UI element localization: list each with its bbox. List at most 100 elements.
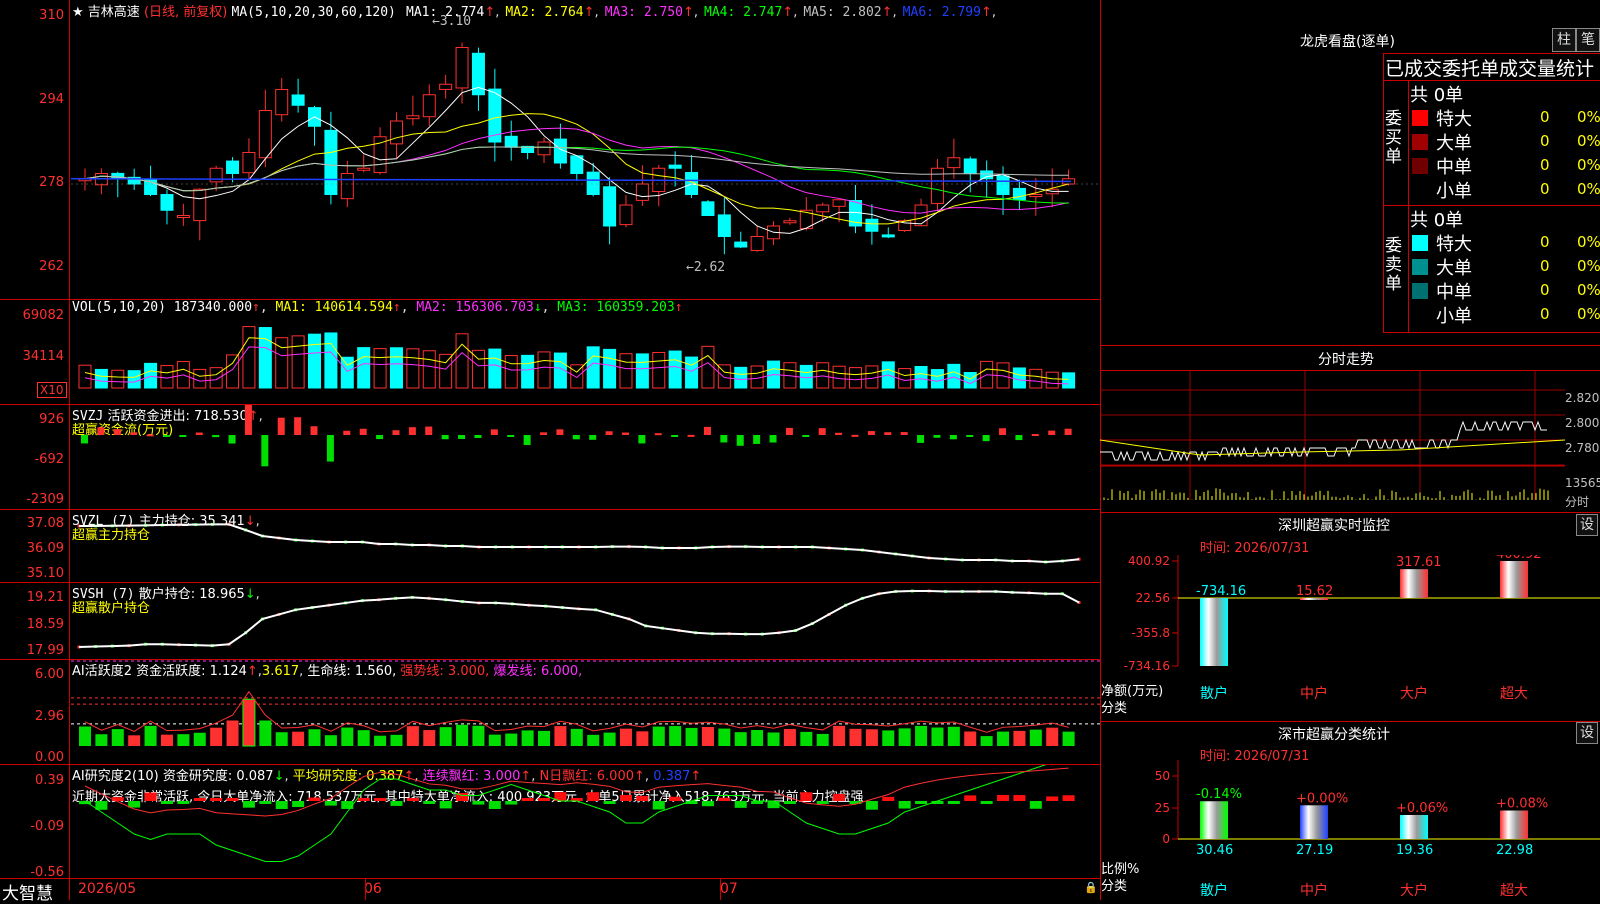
bar-value-label: 22.98 [1496,843,1533,858]
chart-mark [570,728,583,746]
buy-side-label: 委买单 [1385,109,1402,167]
chart-mark [324,801,337,806]
bar-category-label: 大户 [1400,882,1428,899]
chart-mark [523,435,531,446]
chart-mark [392,430,400,435]
chart-mark [751,730,764,746]
chart-mark [144,725,157,746]
realtime-bar-chart[interactable]: 400.92 22.56 -355.8 -734.16 -734.16 散户 15.62 中户… [1100,555,1600,720]
data-bar [1400,814,1428,839]
y-tick-label: 69082 [22,308,64,323]
y-tick-label: -0.56 [30,865,64,880]
chart-mark [439,801,452,809]
dragon-board-header: 已成交委托单成交量统计 [1385,58,1595,80]
divider [0,878,1100,879]
chart-mark [210,798,223,801]
chart-mark [128,735,141,746]
candlestick-chart[interactable] [71,0,1100,299]
chart-mark [242,152,256,174]
chart-mark [603,801,616,804]
chart-mark [474,435,482,438]
chart-mark [802,435,810,437]
order-size-label: 大单 [1436,133,1472,154]
category-x-unit: 分类 [1101,879,1128,894]
bar-category-label: 超大 [1500,883,1528,899]
main-holding-chart[interactable] [71,510,1100,582]
chart-mark [226,720,239,746]
y-tick-label: 34114 [22,349,64,364]
chart-mark [210,727,223,746]
chart-mark [374,735,387,746]
chart-mark [359,428,367,435]
lock-icon[interactable]: 🔒 [1084,881,1098,894]
chart-mark [1029,368,1043,389]
chart-mark [1012,187,1026,201]
chart-mark [1062,731,1075,746]
price-line [1100,420,1547,462]
order-count: 0 [1540,180,1550,198]
order-count: 0 [1540,257,1550,275]
chart-mark [455,333,469,389]
ai-research-chart[interactable] [71,765,1100,878]
chart-mark [193,732,206,746]
chart-mark [456,724,469,746]
chart-mark [130,432,138,435]
bar-value-label: 27.19 [1296,843,1333,858]
chart-mark [538,730,551,746]
bar-category-label: 中户 [1300,882,1328,899]
bar-value-label: 15.62 [1296,584,1333,599]
bar-value-label: +0.06% [1396,801,1448,816]
chart-mark [128,801,141,808]
chart-mark [242,801,255,808]
bar-category-label: 中户 [1300,685,1328,702]
fund-flow-chart[interactable] [71,405,1100,509]
realtime-settings-button[interactable]: 设 [1576,514,1598,536]
chart-mark [769,435,777,443]
chart-mark [488,348,502,389]
data-bar [1300,805,1328,839]
chart-mark [914,365,928,389]
retail-holding-chart[interactable] [71,583,1100,659]
bar-category-label: 散户 [1200,882,1228,899]
chart-mark [292,801,305,808]
order-size-label: 中单 [1436,282,1472,303]
chart-mark [423,730,436,746]
chart-mark [835,432,843,435]
ai-activity-chart[interactable] [71,660,1100,764]
chart-mark [750,236,764,251]
chart-mark [685,356,699,389]
chart-mark [930,369,944,389]
chart-mark [1062,795,1075,801]
divider [1100,512,1600,513]
chart-mark [439,353,453,389]
y-tick-label: 0 [1162,832,1170,846]
chart-mark [275,801,288,810]
bar-view-button[interactable]: 柱 [1552,28,1576,52]
chart-mark [554,726,567,746]
y-tick-label: -2309 [26,492,64,507]
chart-mark [701,801,714,807]
color-swatch [1412,235,1428,251]
bar-value-label: 19.36 [1396,843,1433,858]
chart-mark [228,435,236,444]
chart-mark [980,170,994,180]
chart-mark [717,214,731,238]
chart-mark [84,767,1069,817]
chart-mark [703,426,711,435]
chart-mark [212,435,220,438]
category-bar-chart[interactable]: 7550250-0.14%30.46散户+0.00%27.19中户+0.06%1… [1100,760,1600,900]
chart-mark [603,348,617,389]
volume-chart[interactable] [71,300,1100,404]
chart-mark [947,726,960,746]
chart-mark [406,798,419,801]
chart-mark [997,794,1010,801]
chart-mark [193,798,206,801]
tick-view-button[interactable]: 笔 [1576,28,1600,52]
chart-mark [964,795,977,801]
chart-mark [900,432,908,435]
chart-mark [373,348,387,389]
y-tick-label: -0.09 [30,819,64,834]
category-settings-button[interactable]: 设 [1576,722,1598,744]
intraday-chart[interactable] [1100,370,1565,510]
chart-mark [619,204,633,226]
